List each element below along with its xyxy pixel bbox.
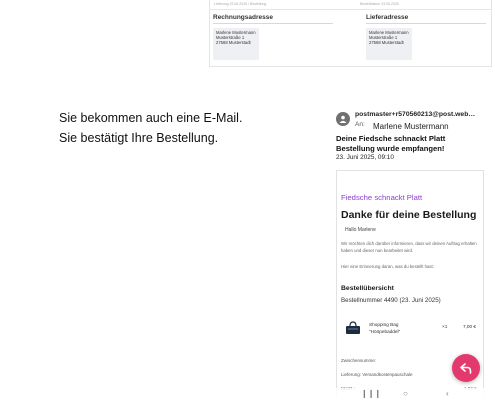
caption-line-1: Sie bekommen auch eine E-Mail. [59,111,243,125]
instruction-caption: Sie bekommen auch eine E-Mail. Sie bestä… [59,108,242,148]
invoice-header-strip: Lieferung 23.06.2025 / Bestellung Bestel… [210,0,491,10]
back-icon[interactable]: ‹ [446,390,449,398]
email-subject: Deine Fiedsche schnackt Platt Bestellung… [336,134,446,153]
recipient-label: An: [355,121,365,128]
billing-address-section: Rechnungsadresse Marlene Mustermann Must… [213,14,333,60]
billing-address-title: Rechnungsadresse [213,14,333,24]
email-date: 23. Juni 2025, 09:10 [336,154,394,161]
email-paragraph: Wir möchten dich darüber informieren, da… [341,241,477,253]
shipping-address-box: Marlene Mustermann Musterstraße 1 27568 … [366,28,412,60]
shopping-bag-icon [346,321,360,334]
billing-line: 27568 Musterstadt [216,40,251,45]
billing-address-box: Marlene Mustermann Musterstraße 1 27568 … [213,28,259,60]
product-title: Shopping Bag [369,322,399,327]
android-nav-bar: ❙❙❙ ○ ‹ [333,388,485,400]
shipping-address-section: Lieferadresse Marlene Mustermann Musters… [366,14,486,60]
product-variant: "Hööpebaddel" [369,329,401,334]
home-icon[interactable]: ○ [403,390,408,398]
email-paragraph: Hier eine Erinnerung daran, was du beste… [341,264,434,269]
order-number: Bestellnummer 4490 (23. Juni 2025) [341,297,441,304]
recipient-name[interactable]: Marlene Mustermann [373,122,449,131]
invoice-strip-right: Bestelldatum 23.06.2025 [360,2,399,6]
subtotal-label: Zwischensumme: [341,358,377,363]
reply-icon [460,363,472,374]
shipping-address-title: Lieferadresse [366,14,486,24]
caption-line-2: Sie bestätigt Ihre Bestellung. [59,131,219,145]
invoice-snippet: Lieferung 23.06.2025 / Bestellung Bestel… [209,0,492,67]
email-headline: Danke für deine Bestellung [341,209,477,221]
email-sender[interactable]: postmaster+r570560213@post.web… [355,111,475,118]
email-greeting: Hallo Marlene [345,227,376,233]
order-overview-title: Bestellübersicht [341,285,394,292]
person-icon[interactable] [336,112,350,126]
shipping-line: 27568 Musterstadt [369,40,404,45]
recent-apps-icon[interactable]: ❙❙❙ [361,390,381,398]
invoice-strip-left: Lieferung 23.06.2025 / Bestellung [214,2,267,6]
shop-name[interactable]: Fiedsche schnackt Platt [341,193,422,202]
reply-button[interactable] [452,354,480,382]
shipping-label: Lieferung: Versandkostenpauschale [341,372,413,377]
product-name: Shopping Bag "Hööpebaddel" [369,321,400,335]
product-quantity: ×1 [442,324,448,329]
product-price: 7,00 € [463,324,477,329]
